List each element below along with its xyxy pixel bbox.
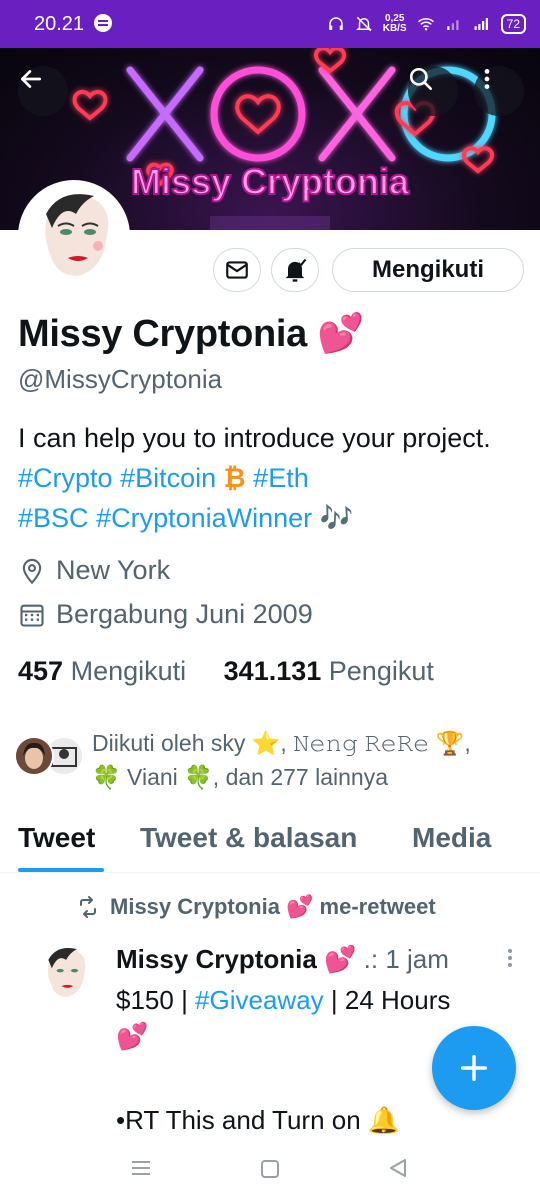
followers-stat[interactable]: 341.131 Pengikut bbox=[224, 656, 434, 686]
more-vertical-icon bbox=[484, 69, 490, 89]
calendar-icon bbox=[20, 604, 44, 627]
envelope-icon bbox=[226, 261, 248, 279]
bell-check-icon bbox=[285, 258, 307, 282]
hashtag-link[interactable]: #Eth bbox=[253, 463, 309, 493]
avatar-illustration bbox=[34, 942, 96, 1004]
following-label: Mengikuti bbox=[70, 656, 187, 686]
avatar-illustration bbox=[22, 184, 126, 288]
bio-text: I can help you to introduce your project… bbox=[18, 423, 491, 453]
back-button[interactable] bbox=[18, 66, 68, 116]
following-count: 457 bbox=[18, 656, 64, 686]
follow-stats: 457 Mengikuti 341.131 Pengikut bbox=[18, 656, 434, 687]
location-row: New York bbox=[18, 555, 170, 586]
status-time: 20.21 bbox=[34, 13, 85, 35]
search-button[interactable] bbox=[408, 66, 458, 116]
tab-tweets-replies[interactable]: Tweet & balasan bbox=[140, 822, 357, 854]
hashtag-link[interactable]: #Bitcoin bbox=[120, 463, 216, 493]
speed-unit: KB/S bbox=[382, 23, 407, 34]
more-vertical-icon bbox=[508, 949, 512, 967]
followers-label: Pengikut bbox=[328, 656, 434, 686]
tweet-header: Missy Cryptonia 💕 .: 1 jam bbox=[116, 944, 496, 975]
location-pin-icon bbox=[22, 558, 42, 584]
network-speed: 0,25 KB/S bbox=[383, 14, 407, 34]
banner-logo-text: Missy Cryptonia bbox=[131, 161, 410, 202]
profile-tabs: Tweet Tweet & balasan Media bbox=[0, 812, 540, 873]
tweet-author-avatar[interactable] bbox=[34, 942, 96, 1004]
arrow-left-icon bbox=[20, 70, 42, 88]
tweet-author-name[interactable]: Missy Cryptonia 💕 bbox=[116, 944, 356, 974]
tweet-time: .: 1 jam bbox=[356, 944, 449, 974]
status-icons: 0,25 KB/S 72 bbox=[327, 10, 526, 38]
tab-tweets[interactable]: Tweet bbox=[18, 822, 95, 854]
system-nav-bar bbox=[0, 1140, 540, 1200]
music-notes-emoji: 🎶 bbox=[319, 503, 354, 533]
hashtag-link[interactable]: #CryptoniaWinner bbox=[96, 503, 312, 533]
active-tab-indicator bbox=[18, 868, 104, 872]
following-button[interactable]: Mengikuti bbox=[332, 248, 524, 292]
followed-by-line-1: Diikuti oleh sky ⭐, 𝙽𝚎𝚗𝚐 𝚁𝚎𝚁𝚎 🏆, bbox=[92, 730, 471, 756]
hashtag-link[interactable]: #Giveaway bbox=[195, 985, 324, 1015]
battery-indicator: 72 bbox=[500, 14, 526, 34]
tab-media[interactable]: Media bbox=[412, 822, 491, 854]
followed-by-text[interactable]: Diikuti oleh sky ⭐, 𝙽𝚎𝚗𝚐 𝚁𝚎𝚁𝚎 🏆, 🍀 Viani… bbox=[92, 726, 522, 794]
retweet-context: Missy Cryptonia 💕 me-retweet bbox=[76, 894, 436, 920]
more-options-button[interactable] bbox=[474, 66, 524, 116]
hashtag-link[interactable]: #BSC bbox=[18, 503, 89, 533]
location-text: New York bbox=[56, 555, 171, 585]
bitcoin-icon: ₿ bbox=[223, 463, 246, 493]
profile-avatar[interactable] bbox=[18, 180, 130, 292]
signal-icon-1 bbox=[446, 20, 459, 30]
back-triangle-icon[interactable] bbox=[387, 1157, 409, 1179]
signal-icon-2 bbox=[474, 18, 488, 30]
headphones-icon bbox=[328, 17, 343, 30]
profile-bio: I can help you to introduce your project… bbox=[18, 418, 528, 538]
compose-tweet-button[interactable] bbox=[432, 1026, 516, 1110]
recent-apps-icon[interactable] bbox=[130, 1158, 152, 1178]
joined-row: Bergabung Juni 2009 bbox=[18, 599, 313, 630]
follower-avatar bbox=[14, 736, 54, 776]
search-icon bbox=[409, 67, 433, 91]
followers-count: 341.131 bbox=[223, 656, 322, 686]
notifications-button[interactable] bbox=[271, 248, 319, 292]
mute-bell-icon bbox=[355, 16, 372, 32]
profile-name: Missy Cryptonia 💕 bbox=[18, 313, 365, 355]
joined-text: Bergabung Juni 2009 bbox=[56, 599, 313, 629]
home-icon[interactable] bbox=[259, 1158, 281, 1180]
tweet-line: | 24 Hours bbox=[323, 985, 451, 1015]
retweet-icon bbox=[80, 896, 96, 918]
spotify-icon bbox=[94, 14, 112, 32]
tweet-more-button[interactable] bbox=[506, 948, 514, 968]
followed-by-line-2: 🍀 Viani 🍀, dan 277 lainnya bbox=[92, 764, 388, 790]
tweet-line: $150 | bbox=[116, 985, 196, 1015]
status-bar: 20.21 0,25 KB/S 72 bbox=[0, 0, 540, 48]
retweet-label: Missy Cryptonia 💕 me-retweet bbox=[110, 894, 436, 919]
profile-handle: @MissyCryptonia bbox=[18, 364, 223, 394]
message-button[interactable] bbox=[213, 248, 261, 292]
wifi-icon bbox=[417, 18, 434, 31]
hashtag-link[interactable]: #Crypto bbox=[18, 463, 113, 493]
tweet-line: •RT This and Turn on 🔔 bbox=[116, 1105, 401, 1135]
following-stat[interactable]: 457 Mengikuti bbox=[18, 656, 186, 686]
plus-icon bbox=[460, 1054, 488, 1082]
